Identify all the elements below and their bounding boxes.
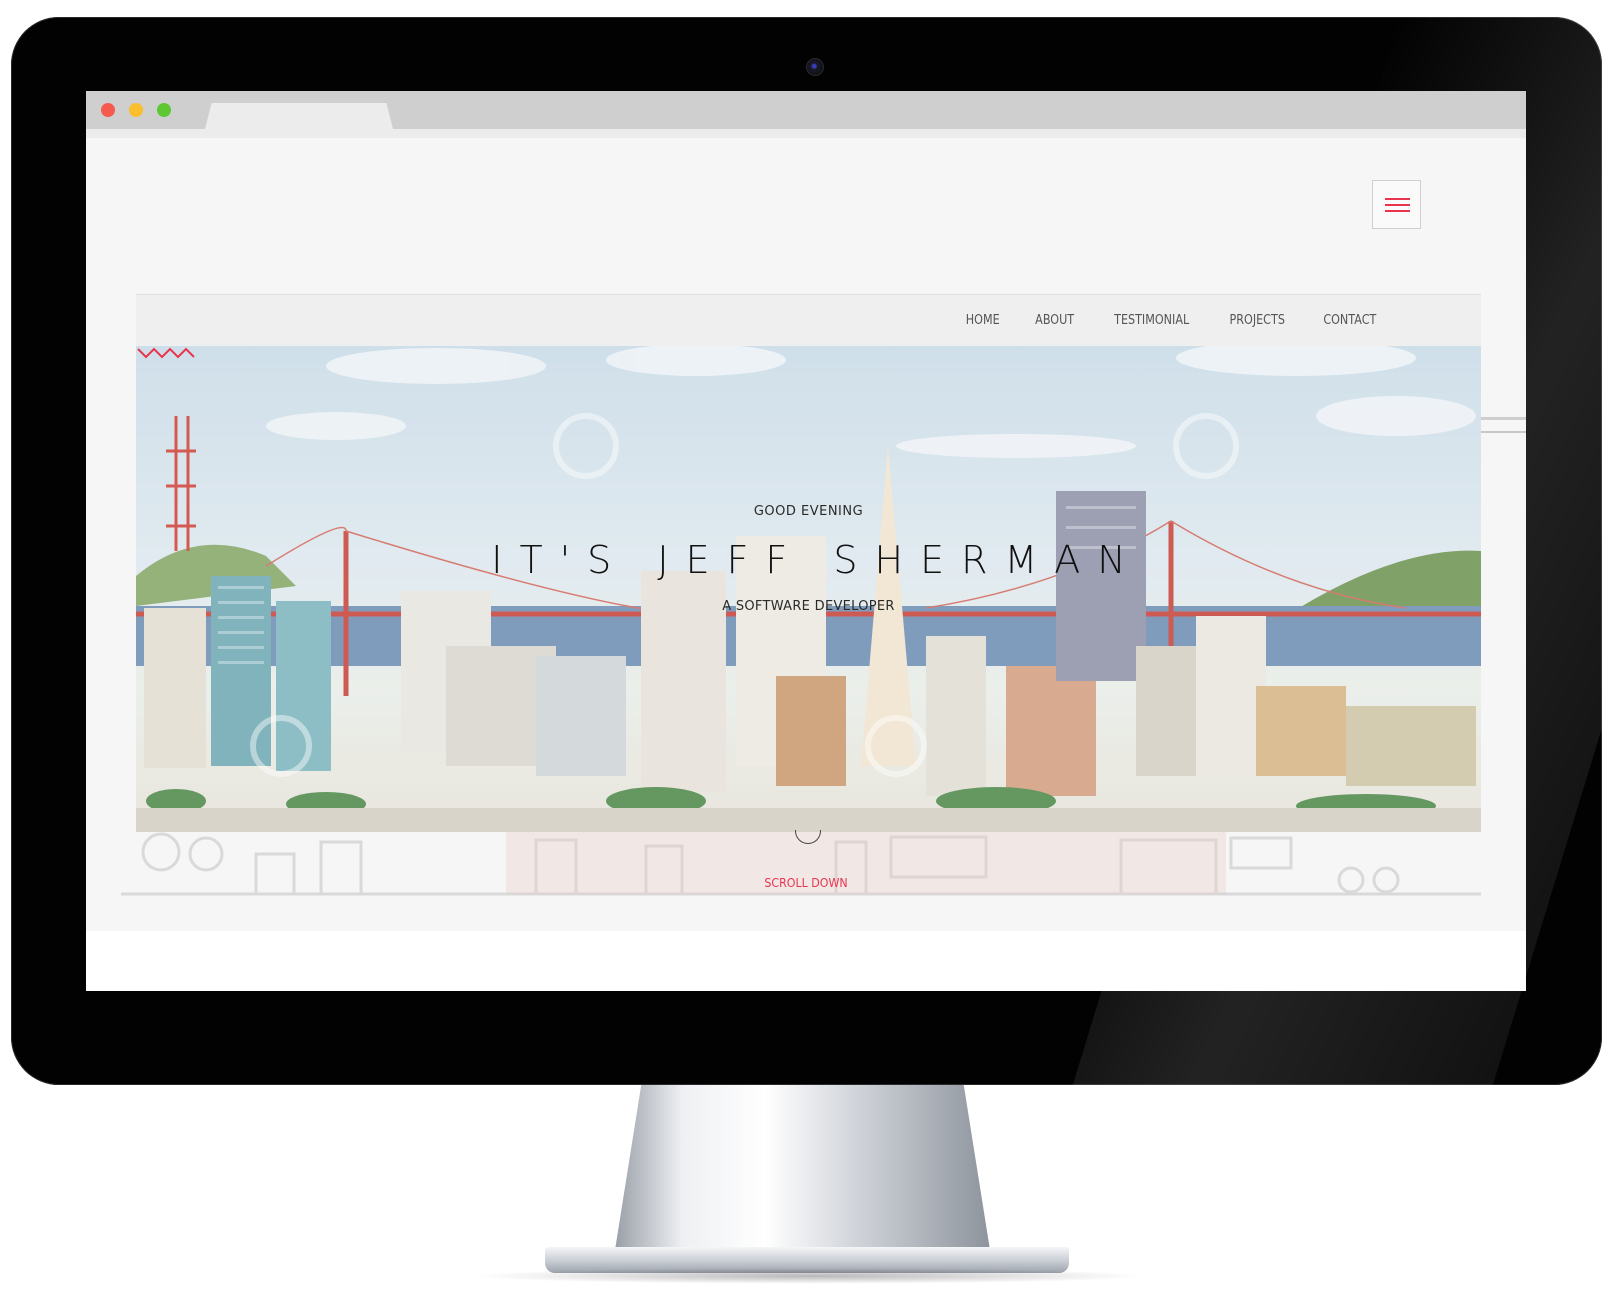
hero-subtitle: A SOFTWARE DEVELOPER — [722, 599, 895, 614]
maximize-window-button[interactable] — [157, 103, 171, 117]
nav-contact[interactable]: CONTACT — [1324, 313, 1377, 328]
minimize-window-button[interactable] — [129, 103, 143, 117]
address-strip — [86, 129, 1526, 138]
stand-shadow — [470, 1268, 1150, 1284]
side-decoration — [1481, 417, 1526, 420]
hero-title: IT'S JEFF SHERMAN — [491, 538, 1143, 582]
nav-home[interactable]: HOME — [966, 313, 1000, 328]
monitor-stand — [615, 1085, 990, 1250]
browser-window: HOME ABOUT TESTIMONIAL PROJECTS CONTACT — [86, 91, 1526, 991]
hero-text-block: GOOD EVENING IT'S JEFF SHERMAN A SOFTWAR… — [136, 346, 1481, 832]
hero-banner: GOOD EVENING IT'S JEFF SHERMAN A SOFTWAR… — [136, 346, 1481, 832]
webcam-icon — [806, 58, 824, 76]
web-page: HOME ABOUT TESTIMONIAL PROJECTS CONTACT — [86, 138, 1526, 931]
top-navigation: HOME ABOUT TESTIMONIAL PROJECTS CONTACT — [136, 294, 1481, 346]
browser-titlebar — [86, 91, 1526, 138]
hero-greeting: GOOD EVENING — [753, 504, 864, 519]
nav-about[interactable]: ABOUT — [1035, 313, 1074, 328]
zigzag-icon — [137, 347, 195, 359]
side-decoration — [1481, 431, 1526, 433]
close-window-button[interactable] — [101, 103, 115, 117]
nav-testimonial[interactable]: TESTIMONIAL — [1114, 313, 1189, 328]
scroll-down-link[interactable]: SCROLL DOWN — [144, 876, 1469, 890]
nav-projects[interactable]: PROJECTS — [1229, 313, 1284, 328]
footer-city-line-art — [121, 832, 1481, 896]
hamburger-menu-icon[interactable] — [1372, 180, 1421, 229]
nav-list: HOME ABOUT TESTIMONIAL PROJECTS CONTACT — [963, 295, 1381, 345]
